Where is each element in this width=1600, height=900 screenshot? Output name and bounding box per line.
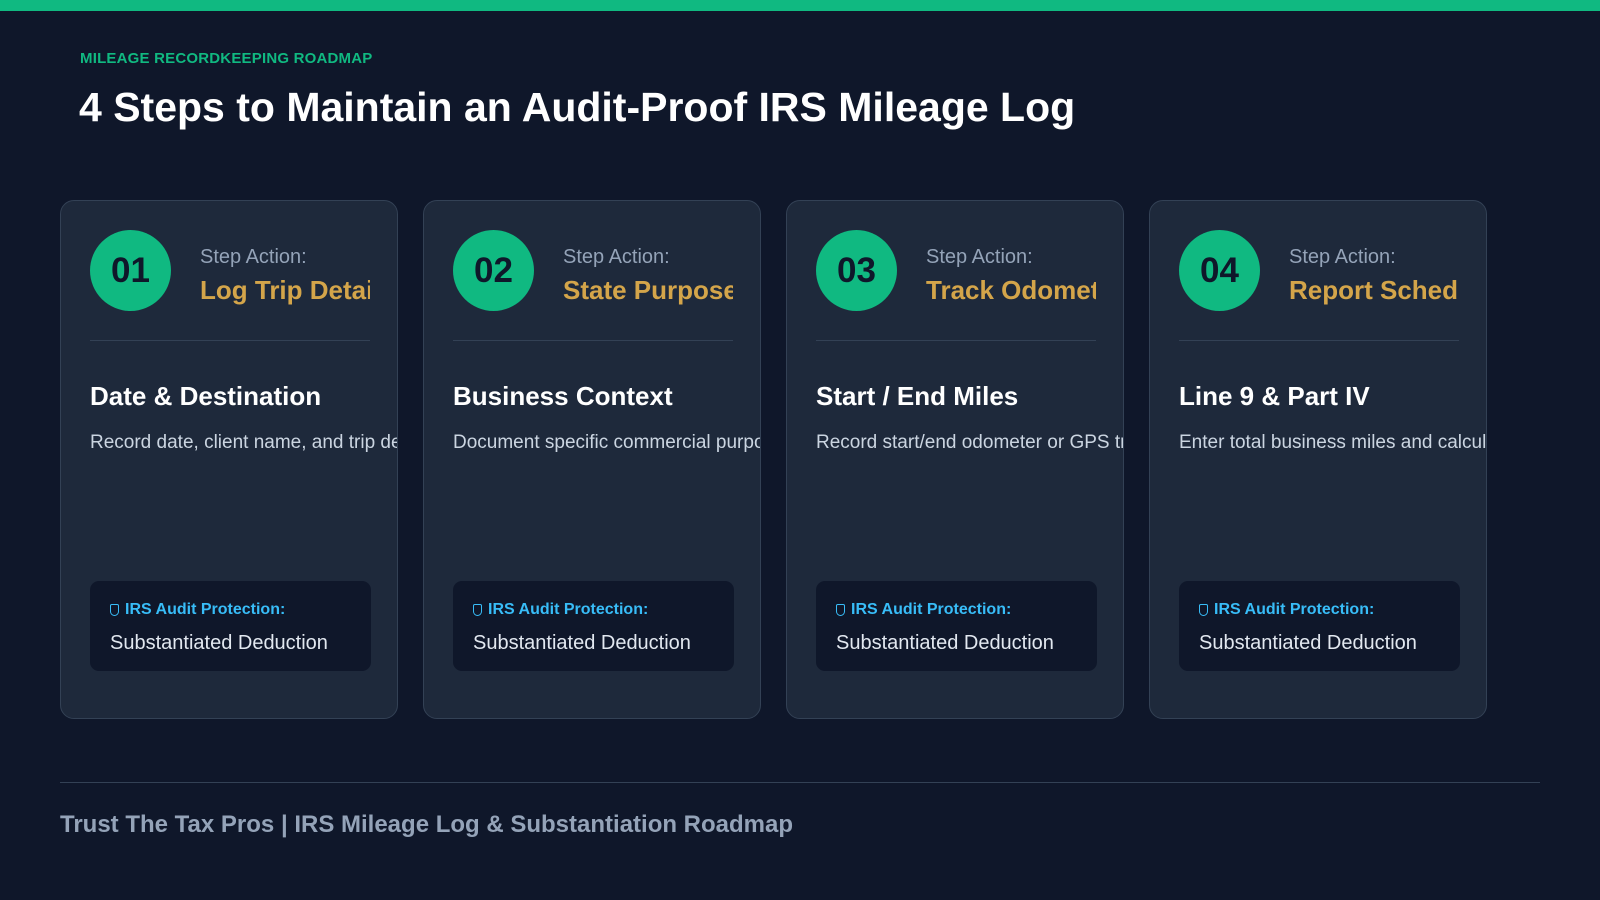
steps-row: 01 Step Action: Log Trip Details Date & … [60,200,1540,721]
audit-protection-label-text: IRS Audit Protection: [125,601,286,618]
audit-protection-label: IRS Audit Protection: [473,601,648,619]
card-heading: Start / End Miles [816,381,1019,411]
card-divider [453,340,733,341]
audit-protection-label-text: IRS Audit Protection: [1214,601,1375,618]
audit-protection-label: IRS Audit Protection: [1199,601,1374,619]
step-number-badge: 01 [90,230,171,311]
audit-protection-label: IRS Audit Protection: [110,601,285,619]
step-action-label: Step Action: [1289,246,1396,268]
audit-protection-box: IRS Audit Protection: Substantiated Dedu… [1179,581,1460,671]
card-description: Enter total business miles and calculate… [1179,432,1487,453]
step-action-label: Step Action: [563,246,670,268]
audit-protection-label-text: IRS Audit Protection: [488,601,649,618]
step-action-label: Step Action: [926,246,1033,268]
card-heading: Line 9 & Part IV [1179,381,1370,411]
card-divider [90,340,370,341]
audit-protection-value: Substantiated Deduction [1199,632,1417,654]
footer-text: Trust The Tax Pros | IRS Mileage Log & S… [60,811,794,838]
audit-protection-box: IRS Audit Protection: Substantiated Dedu… [453,581,734,671]
top-accent-bar [0,0,1600,11]
card-divider [816,340,1096,341]
step-number-badge: 02 [453,230,534,311]
audit-protection-box: IRS Audit Protection: Substantiated Dedu… [90,581,371,671]
audit-protection-label-text: IRS Audit Protection: [851,601,1012,618]
step-action-value: Report Schedule C [1289,275,1459,305]
card-description: Record start/end odometer or GPS trackin… [816,432,1123,453]
step-card-1: 01 Step Action: Log Trip Details Date & … [60,200,398,719]
shield-icon [1199,604,1208,616]
card-description: Record date, client name, and trip desti… [90,432,397,453]
step-card-2: 02 Step Action: State Purpose Business C… [423,200,761,719]
audit-protection-value: Substantiated Deduction [836,632,1054,654]
shield-icon [473,604,482,616]
step-card-3: 03 Step Action: Track Odometer Start / E… [786,200,1124,719]
step-action-value: Log Trip Details [200,275,370,305]
shield-icon [836,604,845,616]
footer-divider [60,782,1540,783]
audit-protection-label: IRS Audit Protection: [836,601,1011,619]
card-heading: Date & Destination [90,381,322,411]
audit-protection-value: Substantiated Deduction [473,632,691,654]
step-action-value: State Purpose [563,275,733,305]
audit-protection-value: Substantiated Deduction [110,632,328,654]
eyebrow-label: MILEAGE RECORDKEEPING ROADMAP [80,50,373,67]
step-number-badge: 03 [816,230,897,311]
audit-protection-box: IRS Audit Protection: Substantiated Dedu… [816,581,1097,671]
step-card-4: 04 Step Action: Report Schedule C Line 9… [1149,200,1487,719]
card-heading: Business Context [453,381,673,411]
shield-icon [110,604,119,616]
step-action-label: Step Action: [200,246,307,268]
step-number-badge: 04 [1179,230,1260,311]
card-description: Document specific commercial purpose [453,432,761,453]
step-action-value: Track Odometer [926,275,1096,305]
card-divider [1179,340,1459,341]
page-title: 4 Steps to Maintain an Audit-Proof IRS M… [79,84,1076,130]
